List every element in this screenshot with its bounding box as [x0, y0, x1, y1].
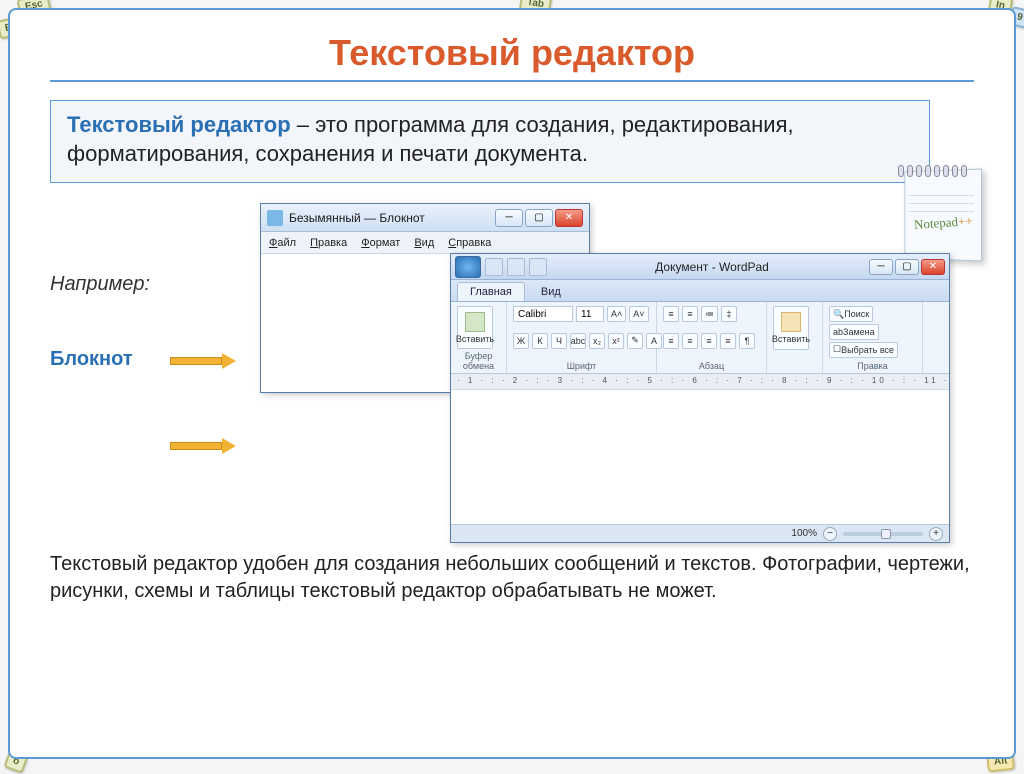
- highlight-button[interactable]: ✎: [627, 333, 643, 349]
- minimize-button[interactable]: ─: [495, 209, 523, 227]
- notepad-titlebar[interactable]: Безымянный — Блокнот ─ ▢ ✕: [261, 204, 589, 232]
- grow-font-button[interactable]: A˄: [607, 306, 626, 322]
- menu-file[interactable]: Файл: [269, 237, 296, 249]
- insert-icon: [781, 312, 801, 332]
- paste-button[interactable]: Вставить: [457, 306, 493, 349]
- align-center-button[interactable]: ≡: [682, 333, 698, 349]
- shrink-font-button[interactable]: A˅: [629, 306, 648, 322]
- definition-box: Текстовый редактор – это программа для с…: [50, 100, 930, 183]
- arrow-to-wordpad: [170, 438, 240, 454]
- menu-format[interactable]: Формат: [361, 237, 400, 249]
- bold-button[interactable]: Ж: [513, 333, 529, 349]
- slide-frame: Текстовый редактор Текстовый редактор – …: [8, 8, 1016, 759]
- tab-view[interactable]: Вид: [529, 283, 573, 301]
- app-label-notepad: Блокнот: [50, 348, 133, 371]
- wordpad-page[interactable]: [451, 390, 949, 524]
- group-clipboard-label: Буфер обмена: [457, 351, 500, 371]
- close-button[interactable]: ✕: [555, 209, 583, 227]
- superscript-button[interactable]: x²: [608, 333, 624, 349]
- wordpad-ruler[interactable]: · 1 · : · 2 · : · 3 · : · 4 · : · 5 · : …: [451, 374, 949, 390]
- font-size-select[interactable]: 11: [576, 306, 604, 322]
- zoom-out-button[interactable]: −: [823, 527, 837, 541]
- zoom-slider[interactable]: [843, 532, 923, 536]
- wordpad-qat: [455, 256, 547, 278]
- font-family-select[interactable]: Calibri: [513, 306, 573, 322]
- zoom-slider-thumb[interactable]: [881, 529, 891, 539]
- notepad-title: Безымянный — Блокнот: [289, 211, 495, 225]
- italic-button[interactable]: К: [532, 333, 548, 349]
- example-area: Например: Блокнот WordPad Безымянный — Б…: [50, 203, 974, 543]
- select-all-button[interactable]: ☐ Выбрать все: [829, 342, 898, 358]
- replace-button[interactable]: ab Замена: [829, 324, 879, 340]
- wordpad-ribbon: Вставить Буфер обмена Calibri 11 A˄ A˅ Ж…: [451, 302, 949, 374]
- group-font-label: Шрифт: [513, 361, 650, 371]
- tab-home[interactable]: Главная: [457, 282, 525, 301]
- menu-edit[interactable]: Правка: [310, 237, 347, 249]
- line-spacing-button[interactable]: ‡: [721, 306, 737, 322]
- wordpad-menu-orb[interactable]: [455, 256, 481, 278]
- align-left-button[interactable]: ≡: [663, 333, 679, 349]
- align-right-button[interactable]: ≡: [701, 333, 717, 349]
- underline-button[interactable]: Ч: [551, 333, 567, 349]
- bullets-button[interactable]: ≔: [701, 306, 718, 322]
- wp-minimize-button[interactable]: ─: [869, 259, 893, 275]
- group-paragraph-label: Абзац: [663, 361, 760, 371]
- wordpad-tabs: Главная Вид: [451, 280, 949, 302]
- definition-term: Текстовый редактор: [67, 112, 291, 137]
- slide-title: Текстовый редактор: [50, 32, 974, 74]
- wp-maximize-button[interactable]: ▢: [895, 259, 919, 275]
- wordpad-titlebar[interactable]: Документ - WordPad ─ ▢ ✕: [451, 254, 949, 280]
- align-justify-button[interactable]: ≡: [720, 333, 736, 349]
- insert-label: Вставить: [772, 334, 810, 344]
- dec-indent-button[interactable]: ≡: [663, 306, 679, 322]
- strike-button[interactable]: abc: [570, 333, 586, 349]
- paragraph-dialog-button[interactable]: ¶: [739, 333, 755, 349]
- paste-label: Вставить: [456, 334, 494, 344]
- zoom-value: 100%: [791, 528, 817, 539]
- qat-undo-icon[interactable]: [507, 258, 525, 276]
- wordpad-title: Документ - WordPad: [555, 260, 869, 274]
- menu-view[interactable]: Вид: [414, 237, 434, 249]
- group-insert-label: [773, 361, 816, 371]
- title-underline: [50, 80, 974, 82]
- qat-save-icon[interactable]: [485, 258, 503, 276]
- subscript-button[interactable]: x₂: [589, 333, 605, 349]
- wordpad-window: Документ - WordPad ─ ▢ ✕ Главная Вид Вст…: [450, 253, 950, 543]
- menu-help[interactable]: Справка: [448, 237, 491, 249]
- wordpad-statusbar: 100% − +: [451, 524, 949, 542]
- notepad-icon: [267, 210, 283, 226]
- group-editing-label: Правка: [829, 361, 916, 371]
- insert-button[interactable]: Вставить: [773, 306, 809, 350]
- arrow-to-notepad: [170, 353, 240, 369]
- example-label: Например:: [50, 273, 150, 296]
- clipboard-icon: [465, 312, 485, 332]
- qat-redo-icon[interactable]: [529, 258, 547, 276]
- zoom-in-button[interactable]: +: [929, 527, 943, 541]
- inc-indent-button[interactable]: ≡: [682, 306, 698, 322]
- wp-close-button[interactable]: ✕: [921, 259, 945, 275]
- maximize-button[interactable]: ▢: [525, 209, 553, 227]
- notepad-menubar: Файл Правка Формат Вид Справка: [261, 232, 589, 254]
- find-button[interactable]: 🔍 Поиск: [829, 306, 873, 322]
